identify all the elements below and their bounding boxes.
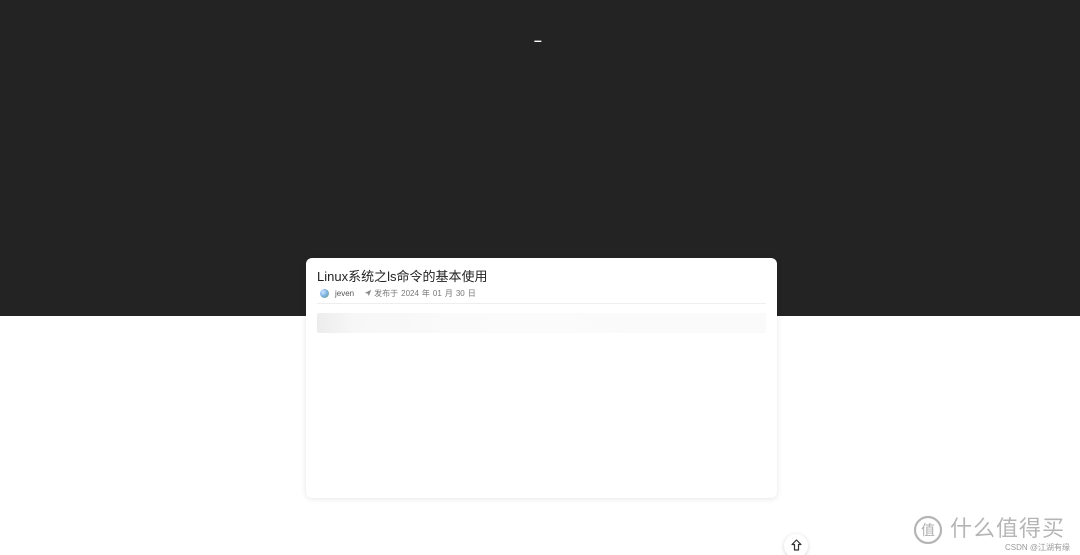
post-meta: jeven 发布于 2024 年 01 月 30 日 bbox=[320, 287, 479, 299]
post-card: Linux系统之ls命令的基本使用 jeven 发布于 2024 年 01 月 … bbox=[306, 258, 777, 498]
author-name[interactable]: jeven bbox=[335, 289, 354, 298]
svg-text:值: 值 bbox=[921, 523, 935, 539]
publish-year-unit: 年 bbox=[421, 288, 430, 298]
post-title[interactable]: Linux系统之ls命令的基本使用 bbox=[317, 269, 487, 285]
watermark: 值 什么值得买 CSDN @江湖有缘 bbox=[912, 514, 1076, 554]
brand-logo-icon: 值 bbox=[913, 515, 943, 545]
page: – Linux系统之ls命令的基本使用 jeven 发布于 2024 年 01 … bbox=[0, 0, 1080, 555]
avatar-icon[interactable] bbox=[320, 288, 329, 298]
paper-plane-icon bbox=[364, 289, 372, 297]
publish-month: 01 bbox=[432, 288, 442, 298]
hero-mark: – bbox=[534, 32, 542, 48]
publish-label: 发布于 bbox=[374, 288, 399, 298]
content-loading-placeholder bbox=[317, 313, 766, 333]
publish-day-unit: 日 bbox=[467, 288, 476, 298]
back-to-top-button[interactable] bbox=[784, 534, 808, 555]
divider bbox=[317, 303, 766, 304]
publish-day: 30 bbox=[455, 288, 465, 298]
watermark-credit: CSDN @江湖有缘 bbox=[1004, 543, 1070, 552]
watermark-brand: 什么值得买 bbox=[950, 516, 1066, 541]
arrow-up-icon bbox=[790, 539, 802, 551]
publish-month-unit: 月 bbox=[444, 288, 453, 298]
publish-year: 2024 bbox=[401, 288, 419, 298]
